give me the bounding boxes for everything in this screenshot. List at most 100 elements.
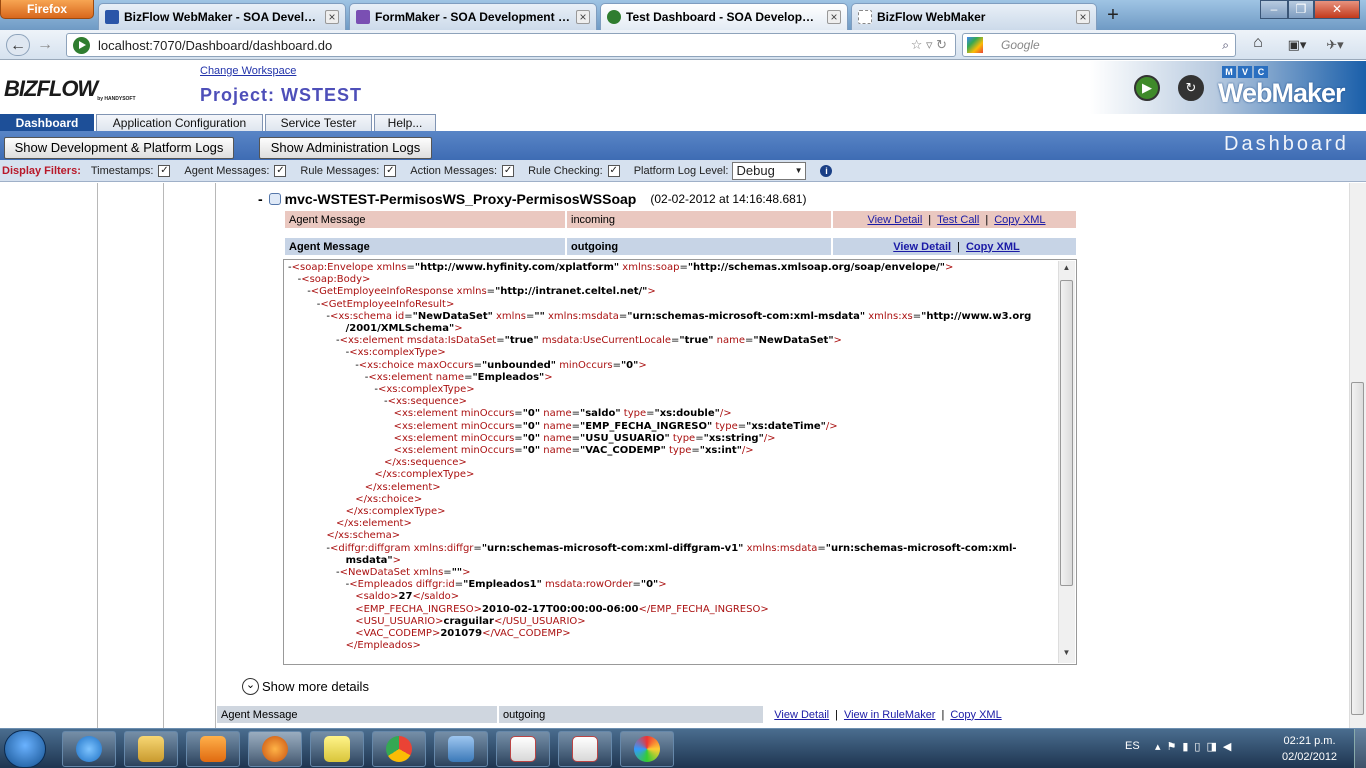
system-clock[interactable]: 02:21 p.m. 02/02/2012 [1282,733,1337,765]
xml-line: -<xs:complexType> [345,347,446,359]
scroll-down-icon[interactable]: ▼ [1060,648,1073,660]
firefox-menu-button[interactable]: Firefox [0,0,94,19]
xml-viewer[interactable]: -<soap:Envelope xmlns="http://www.hyfini… [283,259,1077,665]
url-bar[interactable]: localhost:7070/Dashboard/dashboard.do ☆ … [66,33,956,57]
google-icon[interactable] [967,37,983,53]
scroll-up-icon[interactable]: ▲ [1060,263,1073,275]
language-indicator[interactable]: ES [1125,740,1140,752]
filter-label: Rule Checking: [528,164,603,177]
view-detail-link[interactable]: View Detail [867,214,922,226]
tab-test-dashboard[interactable]: Test Dashboard - SOA Development ... × [600,3,848,30]
xml-line: </xs:choice> [355,493,423,505]
bookmark-star-icon[interactable]: ☆ ▿ ↻ [911,37,947,53]
log-level-select[interactable]: Debug ▼ [732,161,807,180]
xml-line: </xs:element> [364,481,441,493]
timestamps-checkbox[interactable]: ✓ [158,164,171,177]
sticky-notes-icon[interactable] [310,731,364,767]
minimize-button[interactable]: – [1260,0,1288,19]
close-icon[interactable]: × [576,10,590,24]
show-more-details[interactable]: ⌄ Show more details [242,678,369,695]
xml-scrollbar-thumb[interactable] [1060,280,1073,586]
monitor-icon[interactable] [434,731,488,767]
rule-checking-checkbox[interactable]: ✓ [607,164,620,177]
copy-xml-link[interactable]: Copy XML [966,241,1020,253]
back-button[interactable]: ← [6,34,30,56]
refresh-button[interactable]: ↻ [1178,75,1204,101]
collapse-toggle[interactable]: - [258,191,263,207]
filter-label: Platform Log Level: [633,164,729,177]
tree-guide-line [97,183,98,728]
filter-label: Agent Messages: [184,164,270,177]
chrome-icon[interactable] [372,731,426,767]
tab-dashboard[interactable]: Dashboard [0,114,94,132]
close-icon[interactable]: × [325,10,339,24]
window-close-button[interactable]: ✕ [1314,0,1360,19]
forward-button[interactable]: → [33,34,57,56]
xml-line: -<xs:schema id="NewDataSet" xmlns="" xml… [326,310,1032,322]
tab-help[interactable]: Help... [374,114,436,132]
clock-date: 02/02/2012 [1282,751,1338,763]
xml-content: -<soap:Envelope xmlns="http://www.hyfini… [288,262,1058,653]
clock-time: 02:21 p.m. [1283,735,1336,747]
search-bar[interactable]: Google ⌕ [962,33,1236,57]
copy-xml-link[interactable]: Copy XML [950,709,1001,721]
info-icon[interactable]: i [820,164,833,177]
tray-icons[interactable]: ▴⚑▮▯◨◀ [1155,740,1237,753]
page-scrollbar-thumb[interactable] [1351,382,1364,715]
firefox-icon[interactable] [248,731,302,767]
filter-timestamps: Timestamps: ✓ [91,164,171,177]
bookmarks-icon[interactable]: ▣▾ [1282,34,1312,56]
logo-subtext: by HANDYSOFT [97,96,136,102]
paint-icon[interactable] [620,731,674,767]
java-icon[interactable] [558,731,612,767]
tab-service-tester[interactable]: Service Tester [265,114,372,132]
view-in-rulemaker-link[interactable]: View in RuleMaker [844,709,936,721]
filter-rule-messages: Rule Messages: ✓ [300,164,397,177]
test-call-link[interactable]: Test Call [937,214,979,226]
tab-application-configuration[interactable]: Application Configuration [96,114,263,132]
view-detail-link[interactable]: View Detail [774,709,829,721]
tab-formmaker[interactable]: FormMaker - SOA Development Sim... × [349,3,597,30]
close-icon[interactable]: × [1076,10,1090,24]
addon-icon[interactable]: ✈▾ [1320,34,1350,56]
start-button[interactable] [4,730,46,768]
java-icon[interactable] [496,731,550,767]
media-player-icon[interactable] [186,731,240,767]
new-tab-button[interactable]: + [1100,4,1126,28]
mvc-letter: C [1254,66,1268,78]
search-icon[interactable]: ⌕ [1222,38,1229,53]
change-workspace-link[interactable]: Change Workspace [200,65,296,77]
site-identity-icon[interactable] [73,36,90,54]
file-explorer-icon[interactable] [124,731,178,767]
run-button[interactable]: ▶ [1134,75,1160,101]
view-detail-link[interactable]: View Detail [893,241,951,253]
xml-line: -<soap:Body> [297,274,371,286]
tab-bizflow-webmaker-2[interactable]: BizFlow WebMaker × [851,3,1097,30]
action-messages-checkbox[interactable]: ✓ [502,164,515,177]
chevron-down-icon[interactable]: ⌄ [242,678,259,695]
home-icon[interactable]: ⌂ [1244,34,1272,56]
form-icon [356,10,370,24]
show-admin-logs-button[interactable]: Show Administration Logs [259,137,432,159]
internet-explorer-icon[interactable] [62,731,116,767]
copy-xml-link[interactable]: Copy XML [994,214,1045,226]
filter-label: Rule Messages: [300,164,380,177]
project-title: Project: WSTEST [200,85,363,105]
message-direction: outgoing [566,237,832,256]
show-desktop-button[interactable] [1354,729,1366,768]
service-timestamp: (02-02-2012 at 14:16:48.681) [650,192,807,206]
rule-messages-checkbox[interactable]: ✓ [384,164,397,177]
show-dev-logs-button[interactable]: Show Development & Platform Logs [4,137,234,159]
tab-title: Test Dashboard - SOA Development ... [626,10,823,24]
xml-line: <VAC_CODEMP>201079</VAC_CODEMP> [355,628,571,640]
maximize-button[interactable]: ❐ [1288,0,1314,19]
xml-line: <xs:element minOccurs="0" name="USU_USUA… [393,432,776,444]
agent-messages-checkbox[interactable]: ✓ [274,164,287,177]
tab-bizflow-webmaker[interactable]: BizFlow WebMaker - SOA Developme... × [98,3,346,30]
separator: | [985,213,989,226]
message-row-outgoing-2: Agent Message outgoing View Detail | View… [216,705,1008,724]
separator: | [941,708,945,721]
xml-line: <xs:element minOccurs="0" name="saldo" t… [393,408,732,420]
filter-action-messages: Action Messages: ✓ [410,164,515,177]
close-icon[interactable]: × [827,10,841,24]
